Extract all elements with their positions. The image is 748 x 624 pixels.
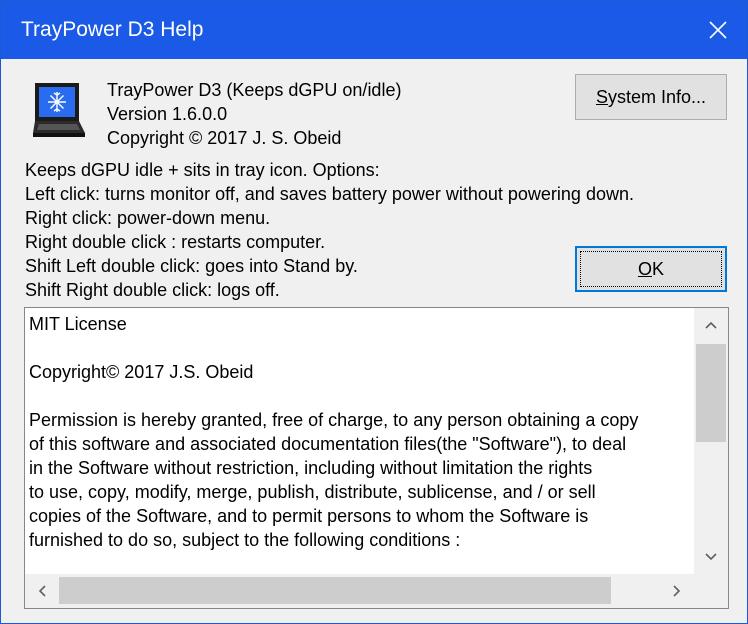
license-line: copies of the Software, and to permit pe… bbox=[29, 506, 589, 526]
about-info: TrayPower D3 (Keeps dGPU on/idle) Versio… bbox=[107, 78, 401, 150]
description-line: Shift Left double click: goes into Stand… bbox=[25, 256, 358, 276]
license-line: furnished to do so, subject to the follo… bbox=[29, 530, 461, 550]
description-line: Left click: turns monitor off, and saves… bbox=[25, 184, 634, 204]
horizontal-scroll-thumb[interactable] bbox=[59, 577, 611, 604]
scroll-right-icon[interactable] bbox=[660, 574, 694, 608]
vertical-scroll-thumb[interactable] bbox=[696, 344, 726, 442]
close-icon[interactable] bbox=[689, 1, 747, 59]
version-label: Version 1.6.0.0 bbox=[107, 104, 228, 124]
scrollbar-corner bbox=[694, 574, 728, 608]
license-line: to use, copy, modify, merge, publish, di… bbox=[29, 482, 596, 502]
window-title: TrayPower D3 Help bbox=[21, 18, 204, 41]
license-heading: MIT License bbox=[29, 314, 127, 334]
license-line: Permission is hereby granted, free of ch… bbox=[29, 410, 639, 430]
description-line: Right click: power-down menu. bbox=[25, 208, 271, 228]
description-line: Keeps dGPU idle + sits in tray icon. Opt… bbox=[25, 160, 380, 180]
license-line: of this software and associated document… bbox=[29, 434, 627, 454]
description: Keeps dGPU idle + sits in tray icon. Opt… bbox=[25, 158, 634, 302]
system-info-button[interactable]: System Info... bbox=[575, 74, 727, 120]
system-info-label: ystem Info... bbox=[607, 86, 707, 107]
copyright-label: Copyright © 2017 J. S. Obeid bbox=[107, 128, 342, 148]
license-textbox[interactable]: MIT License Copyright© 2017 J.S. Obeid P… bbox=[24, 307, 729, 609]
vertical-scrollbar[interactable] bbox=[694, 308, 728, 574]
description-line: Right double click : restarts computer. bbox=[25, 232, 326, 252]
license-text: MIT License Copyright© 2017 J.S. Obeid P… bbox=[29, 312, 689, 552]
horizontal-scrollbar[interactable] bbox=[25, 574, 694, 608]
license-copyright: Copyright© 2017 J.S. Obeid bbox=[29, 362, 254, 382]
title-bar[interactable]: TrayPower D3 Help bbox=[1, 1, 747, 59]
description-line: Shift Right double click: logs off. bbox=[25, 280, 280, 300]
product-name: TrayPower D3 (Keeps dGPU on/idle) bbox=[107, 80, 402, 100]
focus-rect: OK bbox=[580, 251, 722, 287]
laptop-snowflake-icon bbox=[31, 81, 87, 139]
system-info-accel: S bbox=[595, 86, 608, 107]
ok-button[interactable]: OK bbox=[575, 246, 727, 292]
scroll-up-icon[interactable] bbox=[694, 308, 728, 342]
license-line: in the Software without restriction, inc… bbox=[29, 458, 593, 478]
help-dialog: TrayPower D3 Help TrayPower D3 (Keeps dG… bbox=[0, 0, 748, 624]
scroll-left-icon[interactable] bbox=[25, 574, 59, 608]
ok-label: K bbox=[652, 258, 665, 279]
ok-accel: O bbox=[637, 258, 652, 279]
scroll-down-icon[interactable] bbox=[694, 540, 728, 574]
